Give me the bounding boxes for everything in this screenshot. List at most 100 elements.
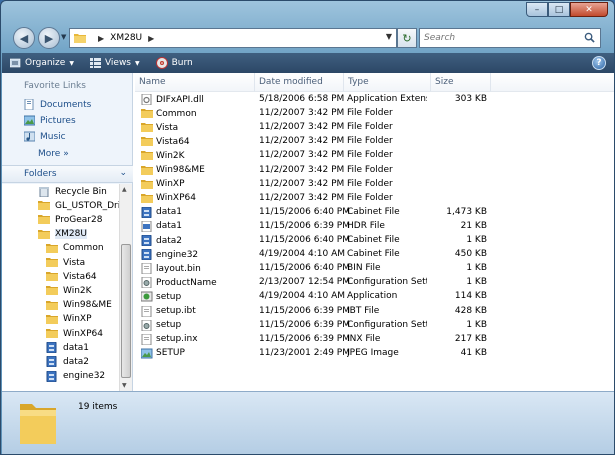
close-button[interactable]: ✕ bbox=[570, 2, 608, 17]
file-row[interactable]: Vista 11/2/2007 3:42 PM File Folder bbox=[135, 121, 614, 135]
file-row[interactable]: setup 11/15/2006 6:39 PM Configuration Set… bbox=[135, 319, 614, 333]
file-row[interactable]: data2 11/15/2006 6:40 PM Cabinet File 1 KB bbox=[135, 234, 614, 248]
folders-header[interactable]: Folders ⌄ bbox=[2, 165, 133, 183]
tree-item[interactable]: Vista bbox=[46, 257, 85, 268]
tree-item[interactable]: WinXP bbox=[46, 314, 92, 325]
file-row[interactable]: WinXP64 11/2/2007 3:42 PM File Folder bbox=[135, 192, 614, 206]
column-header-label: Size bbox=[435, 77, 454, 87]
file-row[interactable]: Vista64 11/2/2007 3:42 PM File Folder bbox=[135, 135, 614, 149]
address-bar[interactable]: ▶ XM28U ▶ ▼ bbox=[69, 28, 397, 48]
minimize-button[interactable]: – bbox=[526, 2, 548, 17]
music-icon bbox=[24, 131, 35, 142]
refresh-button[interactable]: ↻ bbox=[397, 28, 417, 48]
file-row[interactable]: engine32 4/19/2004 4:10 AM Cabinet File 450… bbox=[135, 248, 614, 262]
file-date: 11/2/2007 3:42 PM bbox=[259, 122, 345, 133]
file-date: 11/15/2006 6:40 PM bbox=[259, 206, 350, 217]
file-row[interactable]: DIFxAPI.dll 5/18/2006 6:58 PM Application … bbox=[135, 93, 614, 107]
file-name-cell[interactable]: setup bbox=[141, 291, 181, 302]
file-row[interactable]: data1 11/15/2006 6:40 PM Cabinet File 1,473… bbox=[135, 206, 614, 220]
file-name-cell[interactable]: setup.ibt bbox=[141, 305, 196, 317]
file-name-cell[interactable]: WinXP64 bbox=[141, 193, 196, 204]
search-box[interactable] bbox=[419, 28, 601, 48]
file-row[interactable]: setup 4/19/2004 4:10 AM Application 114 KB bbox=[135, 290, 614, 304]
more-link[interactable]: More » bbox=[38, 149, 69, 159]
file-name-cell[interactable]: DIFxAPI.dll bbox=[141, 94, 204, 105]
address-dropdown-icon[interactable]: ▼ bbox=[386, 32, 392, 41]
help-button[interactable]: ? bbox=[592, 56, 606, 70]
favorite-link-documents[interactable]: Documents bbox=[24, 99, 91, 110]
file-type: File Folder bbox=[347, 178, 393, 189]
tree-item[interactable]: ProGear28 bbox=[38, 214, 102, 225]
scrollbar-thumb[interactable] bbox=[121, 244, 131, 378]
tree-scrollbar[interactable]: ▲ ▼ bbox=[119, 184, 132, 391]
tree-item[interactable]: Win2K bbox=[46, 285, 92, 296]
tree-item[interactable]: Vista64 bbox=[46, 271, 97, 282]
tree-item[interactable]: engine32 bbox=[46, 370, 105, 382]
file-row[interactable]: SETUP 11/23/2001 2:49 PM JPEG Image 41 KB bbox=[135, 347, 614, 361]
favorite-link-music[interactable]: Music bbox=[24, 131, 66, 142]
organize-button[interactable]: Organize ▼ bbox=[2, 53, 82, 73]
tree-item[interactable]: GL_USTOR_Drive bbox=[38, 200, 119, 211]
burn-button[interactable]: Burn bbox=[148, 53, 201, 73]
file-row[interactable]: data1 11/15/2006 6:39 PM HDR File 21 KB bbox=[135, 220, 614, 234]
breadcrumb-separator[interactable]: ▶ bbox=[98, 34, 104, 43]
tree-item[interactable]: Win98&ME bbox=[46, 300, 112, 311]
file-name-cell[interactable]: setup bbox=[141, 319, 181, 331]
breadcrumb-current[interactable]: XM28U bbox=[110, 33, 142, 43]
scroll-up-icon[interactable]: ▲ bbox=[122, 186, 127, 193]
file-name-cell[interactable]: data2 bbox=[141, 235, 182, 246]
file-name-cell[interactable]: SETUP bbox=[141, 348, 185, 359]
file-row[interactable]: Win2K 11/2/2007 3:42 PM File Folder bbox=[135, 149, 614, 163]
file-name-cell[interactable]: data1 bbox=[141, 206, 182, 218]
file-name-cell[interactable]: Common bbox=[141, 108, 197, 119]
file-row[interactable]: setup.inx 11/15/2006 6:39 PM INX File 217 K… bbox=[135, 333, 614, 347]
back-button[interactable]: ◀ bbox=[13, 27, 35, 49]
file-name-cell[interactable]: Vista bbox=[141, 122, 178, 133]
search-icon[interactable] bbox=[584, 32, 595, 43]
recycle-bin-icon bbox=[39, 187, 49, 197]
column-header-date[interactable]: Date modified bbox=[255, 73, 344, 92]
file-row[interactable]: layout.bin 11/15/2006 6:40 PM BIN File 1 KB bbox=[135, 262, 614, 276]
file-name-cell[interactable]: data1 bbox=[141, 220, 182, 232]
views-button[interactable]: Views ▼ bbox=[82, 53, 148, 73]
file-date: 11/2/2007 3:42 PM bbox=[259, 192, 345, 203]
file-date: 11/23/2001 2:49 PM bbox=[259, 347, 350, 358]
file-row[interactable]: Win98&ME 11/2/2007 3:42 PM File Folder bbox=[135, 164, 614, 178]
column-header-size[interactable]: Size bbox=[431, 73, 491, 92]
breadcrumb-separator[interactable]: ▶ bbox=[148, 34, 154, 43]
search-input[interactable] bbox=[424, 33, 574, 43]
chevron-down-icon: ⌄ bbox=[119, 168, 127, 178]
file-row[interactable]: ProductName 2/13/2007 12:54 PM Configurati… bbox=[135, 276, 614, 290]
file-type: Cabinet File bbox=[347, 235, 400, 245]
column-header-name[interactable]: Name bbox=[135, 73, 255, 92]
file-name-cell[interactable]: WinXP bbox=[141, 179, 185, 190]
file-type: Cabinet File bbox=[347, 206, 400, 217]
tree-item[interactable]: data1 bbox=[46, 342, 89, 354]
file-name-cell[interactable]: Win98&ME bbox=[141, 165, 205, 176]
column-header-label: Name bbox=[139, 77, 166, 87]
file-name-cell[interactable]: engine32 bbox=[141, 249, 198, 261]
tree-item[interactable]: WinXP64 bbox=[46, 328, 103, 339]
file-name-cell[interactable]: setup.inx bbox=[141, 333, 198, 345]
tree-item[interactable]: XM28U bbox=[38, 229, 87, 240]
forward-button[interactable]: ▶ bbox=[38, 27, 60, 49]
file-name-cell[interactable]: layout.bin bbox=[141, 263, 201, 275]
scroll-down-icon[interactable]: ▼ bbox=[122, 382, 127, 389]
file-type: Application Extens... bbox=[347, 94, 427, 104]
column-header-type[interactable]: Type bbox=[344, 73, 431, 92]
file-name-cell[interactable]: ProductName bbox=[141, 277, 217, 289]
tree-item[interactable]: data2 bbox=[46, 356, 89, 368]
tree-item[interactable]: Common bbox=[46, 243, 104, 254]
file-name-cell[interactable]: Vista64 bbox=[141, 136, 190, 147]
tree-item[interactable]: Recycle Bin bbox=[38, 186, 107, 197]
recent-pages-dropdown[interactable]: ▼ bbox=[61, 33, 66, 41]
file-name-cell[interactable]: Win2K bbox=[141, 150, 185, 161]
file-type: File Folder bbox=[347, 192, 393, 203]
cabinet-icon bbox=[141, 249, 152, 261]
hdr-file-icon bbox=[141, 220, 152, 232]
file-row[interactable]: Common 11/2/2007 3:42 PM File Folder bbox=[135, 107, 614, 121]
favorite-link-pictures[interactable]: Pictures bbox=[24, 115, 76, 126]
file-row[interactable]: WinXP 11/2/2007 3:42 PM File Folder bbox=[135, 178, 614, 192]
file-row[interactable]: setup.ibt 11/15/2006 6:39 PM IBT File 428 K… bbox=[135, 305, 614, 319]
maximize-button[interactable]: □ bbox=[548, 2, 570, 17]
